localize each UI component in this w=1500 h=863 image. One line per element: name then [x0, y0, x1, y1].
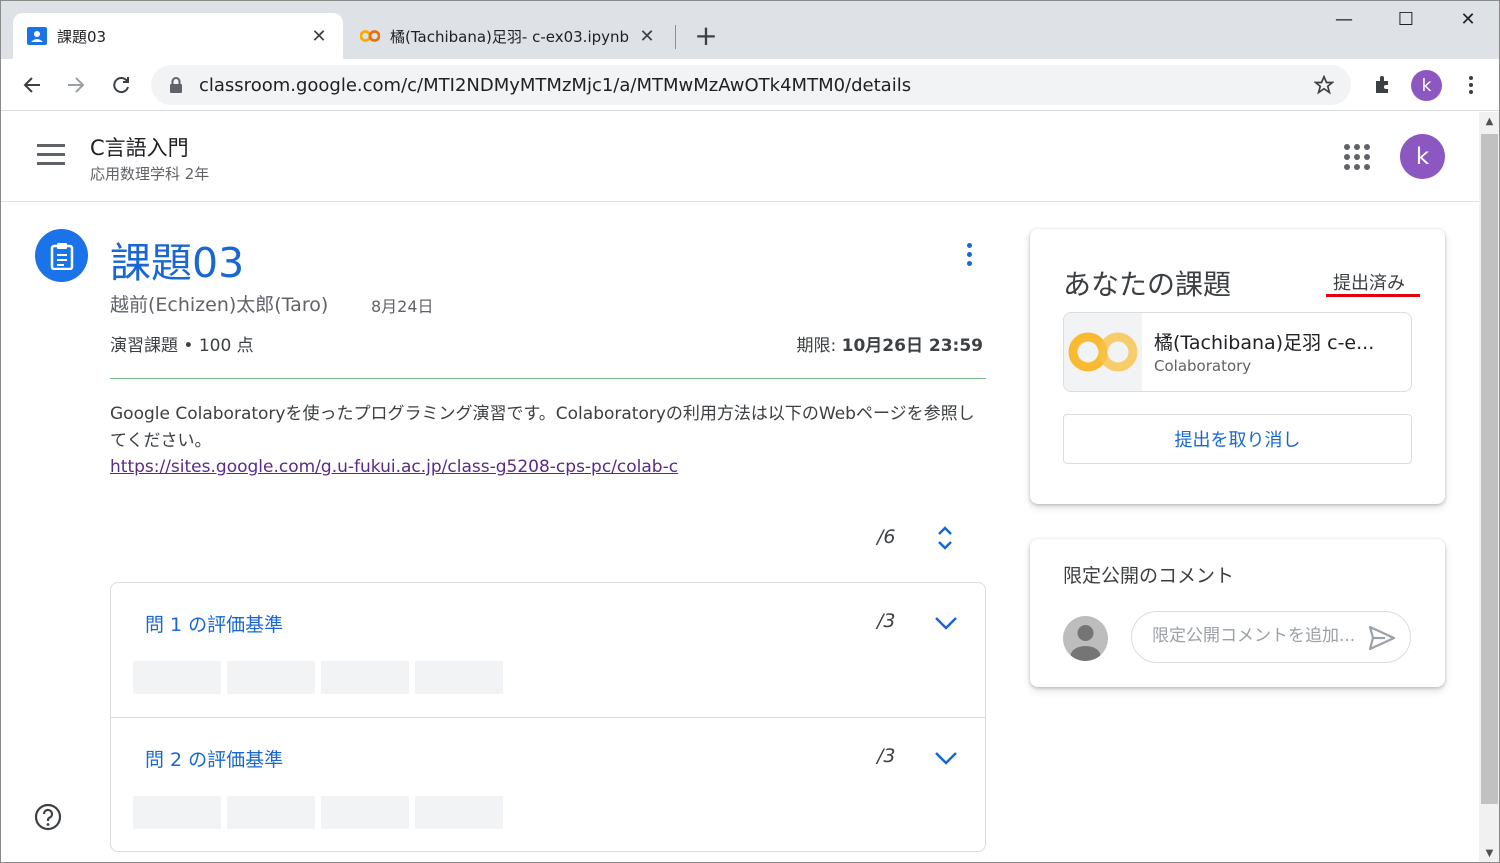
more-options-icon[interactable]: [959, 243, 979, 271]
close-tab-icon[interactable]: ✕: [309, 26, 329, 47]
attachment-type: Colaboratory: [1154, 357, 1252, 375]
tab-strip: 課題03 ✕ 橘(Tachibana)足羽- c-ex03.ipynb ✕ + …: [1, 1, 1499, 59]
back-icon[interactable]: [14, 67, 50, 103]
close-tab-icon[interactable]: ✕: [637, 26, 657, 47]
scroll-down-icon[interactable]: ▼: [1479, 844, 1499, 862]
rubric-total: /6: [877, 526, 896, 548]
private-comments-title: 限定公開のコメント: [1063, 565, 1235, 587]
url-text: classroom.google.com/c/MTI2NDMyMTMzMjc1/…: [199, 74, 912, 96]
scrollbar-thumb[interactable]: [1481, 134, 1498, 804]
private-comment-field[interactable]: [1131, 611, 1411, 663]
colab-logo-icon: [1064, 313, 1142, 391]
browser-profile-avatar[interactable]: k: [1411, 70, 1442, 101]
google-apps-icon[interactable]: [1344, 144, 1370, 170]
tab-title: 課題03: [57, 27, 107, 46]
private-comments-card: 限定公開のコメント: [1030, 539, 1445, 687]
due-date: 期限: 10月26日 23:59: [797, 331, 984, 356]
criterion-score: /3: [877, 745, 896, 767]
help-icon[interactable]: [34, 803, 62, 831]
assignment-author: 越前(Echizen)太郎(Taro): [110, 294, 329, 316]
main-menu-icon[interactable]: [37, 144, 65, 168]
rating-placeholders: [133, 796, 503, 829]
attachment-name: 橘(Tachibana)足羽 c-e...: [1154, 332, 1375, 354]
instructions-link[interactable]: https://sites.google.com/g.u-fukui.ac.jp…: [110, 457, 678, 477]
user-avatar-icon: [1063, 616, 1108, 661]
colab-favicon-icon: [360, 26, 380, 46]
send-icon[interactable]: [1367, 624, 1397, 652]
status-underline: [1326, 294, 1420, 297]
criterion-title: 問 1 の評価基準: [145, 614, 284, 636]
new-tab-icon[interactable]: +: [691, 21, 721, 51]
account-avatar[interactable]: k: [1400, 134, 1445, 179]
browser-window: 課題03 ✕ 橘(Tachibana)足羽- c-ex03.ipynb ✕ + …: [0, 0, 1500, 863]
assignment-title: 課題03: [110, 239, 245, 287]
rubric-criterion[interactable]: 問 2 の評価基準 /3: [111, 717, 985, 851]
reload-icon[interactable]: [103, 67, 139, 103]
submission-status: 提出済み: [1333, 273, 1405, 294]
classroom-favicon-icon: [27, 26, 47, 46]
address-bar[interactable]: classroom.google.com/c/MTI2NDMyMTMzMjc1/…: [151, 65, 1351, 105]
due-label: 期限:: [796, 336, 842, 356]
unsubmit-button[interactable]: 提出を取り消し: [1063, 414, 1412, 464]
due-value: 10月26日 23:59: [841, 336, 983, 356]
browser-menu-icon[interactable]: [1453, 67, 1489, 103]
criterion-score: /3: [877, 610, 896, 632]
assignment-meta: 演習課題 • 100 点: [110, 336, 254, 356]
maximize-icon[interactable]: ☐: [1383, 9, 1429, 39]
course-subtitle: 応用数理学科 2年: [90, 165, 210, 183]
your-work-title: あなたの課題: [1063, 268, 1232, 301]
forward-icon[interactable]: [58, 67, 94, 103]
tab-assignment[interactable]: 課題03 ✕: [13, 13, 343, 59]
browser-toolbar: classroom.google.com/c/MTI2NDMyMTMzMjc1/…: [1, 59, 1499, 111]
classroom-header: C言語入門 応用数理学科 2年 k: [1, 112, 1479, 202]
assignment-description: Google Colaboratoryを使ったプログラミング演習です。Colab…: [110, 404, 975, 451]
expand-collapse-all-icon[interactable]: [935, 525, 955, 551]
rating-placeholders: [133, 661, 503, 694]
page-scrollbar[interactable]: ▲ ▼: [1479, 112, 1499, 862]
posted-date: 8月24日: [371, 297, 434, 316]
private-comment-input[interactable]: [1152, 626, 1362, 646]
attachment-card[interactable]: 橘(Tachibana)足羽 c-e... Colaboratory: [1063, 312, 1412, 392]
criterion-title: 問 2 の評価基準: [145, 749, 284, 771]
scroll-up-icon[interactable]: ▲: [1479, 112, 1499, 132]
rubric-criterion[interactable]: 問 1 の評価基準 /3: [111, 583, 985, 717]
tab-colab[interactable]: 橘(Tachibana)足羽- c-ex03.ipynb ✕: [346, 13, 671, 59]
course-title[interactable]: C言語入門: [90, 132, 189, 162]
tab-title: 橘(Tachibana)足羽- c-ex03.ipynb: [390, 27, 630, 46]
chevron-down-icon[interactable]: [933, 613, 959, 633]
bookmark-star-icon[interactable]: [1309, 75, 1339, 95]
assignment-icon: [35, 229, 88, 282]
extensions-icon[interactable]: [1365, 67, 1401, 103]
tab-separator: [675, 25, 676, 49]
rubric-panel: 問 1 の評価基準 /3 問 2 の評価基準 /3: [110, 582, 986, 852]
your-work-card: あなたの課題 提出済み 橘(Tachibana)足羽 c-e... Colabo…: [1030, 229, 1445, 504]
header-divider: [110, 378, 986, 379]
close-window-icon[interactable]: ✕: [1445, 9, 1491, 39]
minimize-icon[interactable]: —: [1321, 9, 1367, 39]
chevron-down-icon[interactable]: [933, 748, 959, 768]
lock-icon: [169, 77, 185, 93]
